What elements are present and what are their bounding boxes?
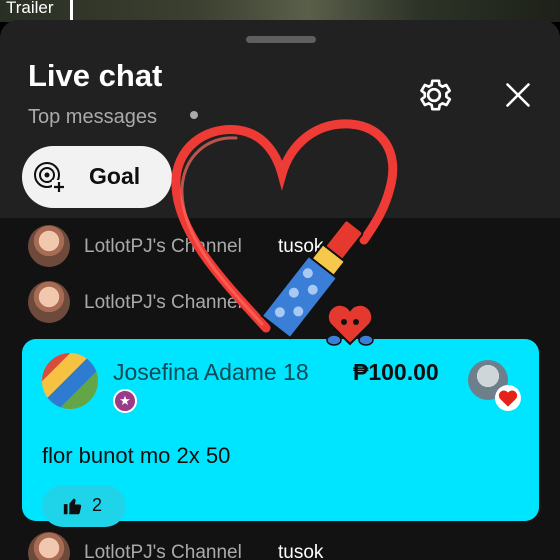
goal-add-icon xyxy=(34,162,66,194)
like-button[interactable]: 2 xyxy=(42,485,126,527)
chat-message[interactable]: LotlotPJ's Channel tusok xyxy=(0,526,560,560)
like-count: 2 xyxy=(92,495,103,515)
gear-icon[interactable] xyxy=(414,75,454,115)
avatar[interactable] xyxy=(28,281,70,323)
live-chat-sheet: Live chat Top messages Goal LotlotPJ's C… xyxy=(0,20,560,560)
video-progress-handle[interactable] xyxy=(70,0,73,20)
author-name[interactable]: LotlotPJ's Channel xyxy=(84,542,242,560)
trailer-label: Trailer xyxy=(6,0,54,17)
avatar[interactable] xyxy=(28,532,70,560)
star-icon: ★ xyxy=(113,389,137,413)
super-chat-amount: ₱100.00 xyxy=(353,359,439,385)
avatar[interactable] xyxy=(28,225,70,267)
author-name[interactable]: LotlotPJ's Channel xyxy=(84,236,242,258)
drag-handle[interactable] xyxy=(246,36,316,43)
goal-button[interactable]: Goal xyxy=(22,146,172,208)
super-chat-author[interactable]: Josefina Adame 18 xyxy=(113,359,309,386)
heart-icon xyxy=(495,385,521,411)
chat-message[interactable]: LotlotPJ's Channel tusok xyxy=(0,221,560,271)
avatar[interactable] xyxy=(42,353,98,409)
message-text: tusok xyxy=(278,542,324,560)
author-name[interactable]: LotlotPJ's Channel xyxy=(84,292,242,314)
message-text: tusok xyxy=(278,236,324,257)
panel-title: Live chat xyxy=(28,58,163,93)
super-chat-message: flor bunot mo 2x 50 xyxy=(42,443,231,468)
goal-label: Goal xyxy=(89,163,141,189)
thumbs-up-icon xyxy=(63,498,82,515)
super-chat-card[interactable]: Josefina Adame 18 ₱100.00 ★ flor bunot m… xyxy=(22,339,539,527)
chat-message[interactable]: LotlotPJ's Channel xyxy=(0,279,560,329)
chat-mode-selector[interactable]: Top messages xyxy=(28,106,157,129)
close-icon[interactable] xyxy=(500,77,536,113)
chevron-down-icon[interactable] xyxy=(190,111,198,119)
video-player-strip[interactable]: Trailer xyxy=(0,0,560,22)
